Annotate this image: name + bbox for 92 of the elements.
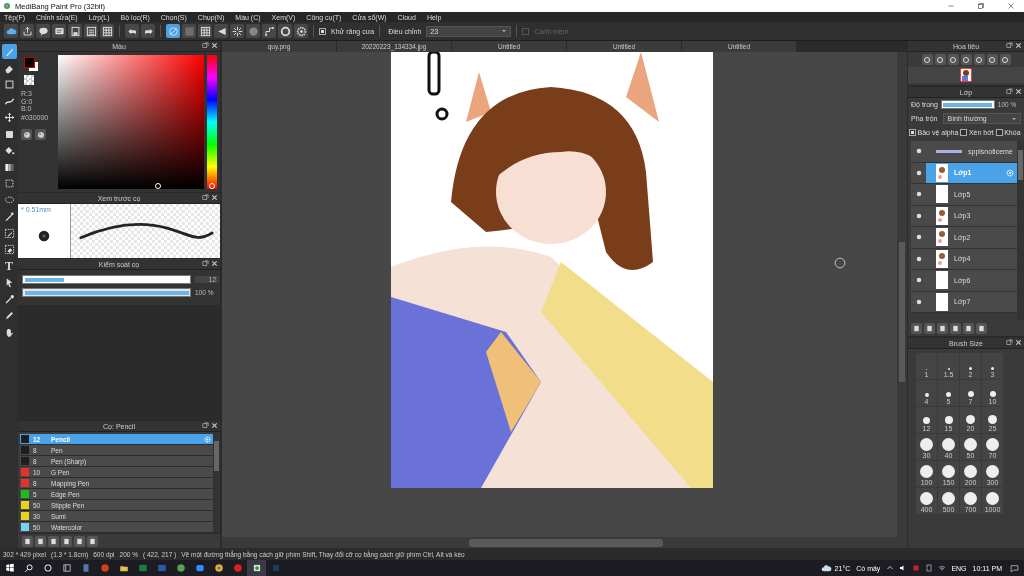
slider[interactable] — [22, 275, 191, 284]
app-logo-icon — [3, 2, 11, 10]
scrollbar[interactable] — [213, 432, 220, 533]
dot-icon — [944, 416, 953, 424]
dot-icon — [988, 415, 997, 424]
close-icon[interactable] — [1015, 42, 1022, 49]
grid-icon[interactable] — [100, 24, 114, 38]
visibility-icon[interactable] — [915, 212, 922, 219]
dot-icon — [986, 438, 999, 451]
transparent-color-swatch[interactable] — [24, 75, 34, 85]
list-icon[interactable] — [84, 24, 98, 38]
dot-icon — [991, 367, 994, 370]
color-field[interactable] — [58, 55, 204, 189]
scrollbar[interactable] — [222, 537, 907, 548]
float-window-icon[interactable] — [202, 42, 209, 49]
close-icon[interactable] — [1015, 88, 1022, 95]
cloud-icon[interactable] — [4, 24, 18, 38]
dot-icon — [920, 492, 933, 505]
layer-thumbnail — [936, 249, 948, 268]
visibility-icon[interactable] — [915, 234, 922, 241]
dot-icon — [969, 367, 972, 370]
disc-icon[interactable] — [246, 24, 260, 38]
close-icon[interactable] — [211, 422, 218, 429]
scrollbar[interactable] — [1017, 141, 1024, 320]
cloud-icon — [820, 562, 832, 574]
float-window-icon[interactable] — [202, 260, 209, 267]
dot-icon — [920, 465, 933, 478]
checkbox[interactable] — [522, 27, 530, 35]
close-icon[interactable] — [211, 194, 218, 201]
float-window-icon[interactable] — [202, 422, 209, 429]
redo-icon[interactable] — [141, 24, 155, 38]
visibility-icon[interactable] — [915, 169, 922, 176]
checkbox[interactable] — [995, 129, 1003, 136]
dot-icon — [964, 465, 977, 478]
float-window-icon[interactable] — [202, 194, 209, 201]
float-window-icon[interactable] — [1006, 88, 1013, 95]
circle-icon[interactable] — [166, 24, 180, 38]
gear-icon[interactable] — [294, 24, 308, 38]
checkbox[interactable] — [960, 129, 968, 136]
close-icon[interactable] — [211, 42, 218, 49]
radial-lines-icon[interactable] — [230, 24, 244, 38]
dot-icon — [942, 438, 955, 451]
layer-thumbnail — [936, 271, 948, 290]
share-icon[interactable] — [20, 24, 34, 38]
speech-bubble-icon[interactable] — [36, 24, 50, 38]
dot-icon — [920, 438, 933, 451]
caret-icon — [1011, 115, 1017, 122]
dot-icon — [966, 415, 975, 424]
brush-tip-icon — [38, 229, 50, 242]
dot-icon — [967, 391, 974, 397]
layer-thumbnail — [936, 185, 948, 204]
float-window-icon[interactable] — [1006, 42, 1013, 49]
perspective-icon[interactable] — [214, 24, 228, 38]
comment-icon[interactable] — [52, 24, 66, 38]
grid-icon[interactable] — [198, 24, 212, 38]
dot-icon — [989, 391, 996, 397]
dot-icon — [986, 465, 999, 478]
dot-icon — [964, 438, 977, 451]
visibility-icon[interactable] — [915, 255, 922, 262]
hue-slider[interactable] — [207, 55, 217, 189]
layer-thumbnail — [936, 292, 948, 311]
layer-thumbnail — [936, 206, 948, 225]
visibility-icon[interactable] — [915, 191, 922, 198]
dot-icon — [964, 492, 977, 505]
dot-icon — [924, 393, 929, 397]
visibility-icon[interactable] — [915, 148, 922, 155]
caret-icon — [501, 28, 508, 34]
close-icon[interactable] — [211, 260, 218, 267]
dot-icon — [942, 465, 955, 478]
visibility-icon[interactable] — [915, 298, 922, 305]
dot-icon — [986, 492, 999, 505]
layer-thumbnail — [936, 228, 948, 247]
checkbox[interactable] — [319, 27, 326, 35]
color-swatches-drawing[interactable] — [21, 55, 41, 73]
app-icon[interactable] — [247, 560, 266, 576]
dot-icon — [946, 392, 951, 397]
curve-icon[interactable] — [262, 24, 276, 38]
checkbox[interactable] — [909, 129, 916, 136]
visibility-icon[interactable] — [915, 277, 922, 284]
ring-icon[interactable] — [278, 24, 292, 38]
save-icon[interactable] — [68, 24, 82, 38]
brush-cursor-icon — [834, 257, 846, 269]
layer-thumbnail — [936, 163, 948, 182]
undo-icon[interactable] — [125, 24, 139, 38]
dot-icon — [942, 492, 955, 505]
layer-thumbnail — [936, 149, 962, 153]
text-tool-button[interactable]: T — [1, 258, 17, 274]
dot-icon — [923, 417, 930, 424]
scrollbar[interactable] — [897, 52, 907, 537]
slider[interactable] — [940, 100, 995, 109]
float-window-icon[interactable] — [1006, 339, 1013, 346]
close-icon[interactable] — [1015, 339, 1022, 346]
